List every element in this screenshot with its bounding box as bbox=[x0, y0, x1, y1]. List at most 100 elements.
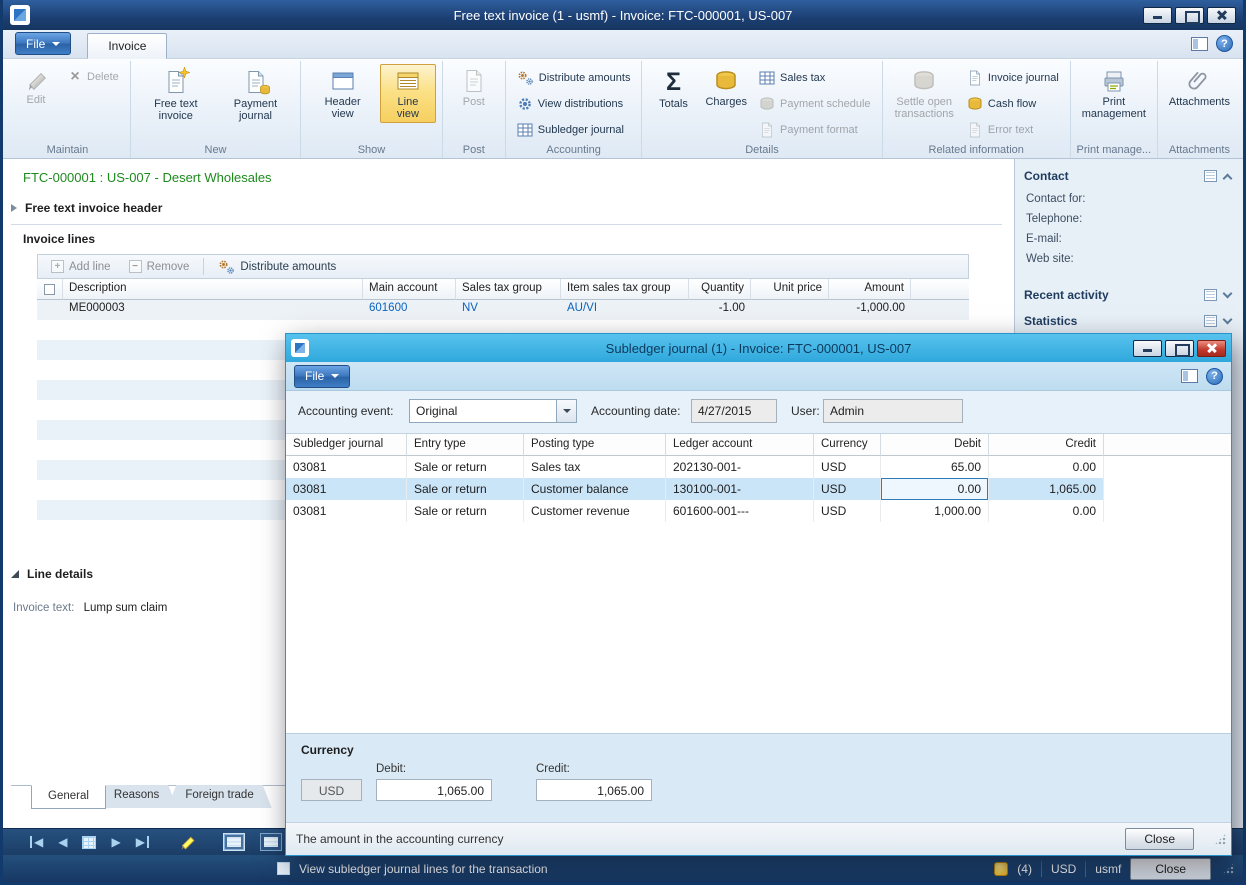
cell[interactable]: Sale or return bbox=[407, 478, 524, 500]
cell-item-sales-tax-group[interactable]: AU/VI bbox=[561, 300, 689, 320]
chevron-down-icon[interactable] bbox=[1223, 315, 1233, 325]
factbox-menu-icon[interactable] bbox=[1204, 170, 1217, 182]
cash-flow-button[interactable]: Cash flow bbox=[962, 93, 1041, 115]
column-header[interactable]: Currency bbox=[814, 434, 881, 456]
error-text-button[interactable]: Error text bbox=[962, 119, 1038, 141]
dialog-minimize-button[interactable] bbox=[1133, 340, 1162, 357]
resize-grip[interactable] bbox=[1222, 862, 1235, 875]
cell[interactable]: 0.00 bbox=[989, 500, 1104, 522]
tab-invoice[interactable]: Invoice bbox=[87, 33, 167, 59]
cell[interactable]: 130100-001- bbox=[666, 478, 814, 500]
notifications-count[interactable]: (4) bbox=[1017, 862, 1032, 876]
cell[interactable]: 03081 bbox=[286, 478, 407, 500]
chevron-up-icon[interactable] bbox=[1223, 173, 1233, 183]
dialog-maximize-button[interactable] bbox=[1165, 340, 1194, 357]
debit-total-field[interactable]: 1,065.00 bbox=[376, 779, 492, 801]
grid-view-toggle[interactable] bbox=[223, 833, 245, 851]
cell-description[interactable]: ME000003 bbox=[63, 300, 363, 320]
layout-icon[interactable] bbox=[1181, 369, 1198, 383]
cell[interactable]: 1,000.00 bbox=[881, 500, 989, 522]
subledger-journal-button[interactable]: Subledger journal bbox=[512, 119, 629, 141]
payment-journal-button[interactable]: Payment journal bbox=[217, 64, 294, 125]
sales-tax-button[interactable]: Sales tax bbox=[754, 67, 830, 89]
cell[interactable]: 0.00 bbox=[989, 456, 1104, 478]
factbox-statistics-header[interactable]: Statistics bbox=[1015, 308, 1243, 334]
subledger-row[interactable]: 03081 Sale or return Sales tax 202130-00… bbox=[286, 456, 1231, 478]
add-line-button[interactable]: Add line bbox=[43, 258, 119, 275]
status-company[interactable]: usmf bbox=[1095, 862, 1121, 876]
cell[interactable]: 65.00 bbox=[881, 456, 989, 478]
factbox-contact-header[interactable]: Contact bbox=[1015, 163, 1243, 189]
line-details-toggle[interactable]: Line details bbox=[11, 567, 93, 581]
column-header[interactable]: Quantity bbox=[689, 279, 751, 300]
accounting-date-field[interactable]: 4/27/2015 bbox=[691, 399, 777, 423]
dialog-file-menu-button[interactable]: File bbox=[294, 365, 350, 388]
charges-button[interactable]: Charges bbox=[700, 64, 752, 111]
notifications-icon[interactable] bbox=[994, 862, 1008, 876]
select-all-checkbox[interactable] bbox=[44, 284, 55, 295]
cell[interactable]: Customer balance bbox=[524, 478, 666, 500]
post-button[interactable]: Post bbox=[449, 64, 499, 111]
column-header[interactable]: Sales tax group bbox=[456, 279, 561, 300]
column-header[interactable]: Subledger journal bbox=[286, 434, 407, 456]
cell-amount[interactable]: -1,000.00 bbox=[829, 300, 911, 320]
next-record-button[interactable] bbox=[111, 836, 120, 848]
select-all-cell[interactable] bbox=[37, 279, 63, 300]
last-record-button[interactable] bbox=[136, 836, 149, 848]
totals-button[interactable]: Totals bbox=[648, 64, 698, 113]
cell[interactable]: USD bbox=[814, 500, 881, 522]
distribute-amounts-toolbar-button[interactable]: Distribute amounts bbox=[210, 257, 344, 277]
dialog-close-button[interactable] bbox=[1197, 340, 1226, 357]
cell[interactable]: 1,065.00 bbox=[989, 478, 1104, 500]
cell-main-account[interactable]: 601600 bbox=[363, 300, 456, 320]
payment-format-button[interactable]: Payment format bbox=[754, 119, 863, 141]
column-header[interactable]: Ledger account bbox=[666, 434, 814, 456]
column-header[interactable]: Entry type bbox=[407, 434, 524, 456]
column-header[interactable]: Posting type bbox=[524, 434, 666, 456]
details-view-toggle[interactable] bbox=[260, 833, 282, 851]
cell[interactable]: Customer revenue bbox=[524, 500, 666, 522]
tab-foreign-trade[interactable]: Foreign trade bbox=[167, 785, 271, 808]
invoice-text-value[interactable]: Lump sum claim bbox=[84, 602, 168, 614]
line-view-button[interactable]: Line view bbox=[380, 64, 436, 123]
main-close-button[interactable]: Close bbox=[1130, 858, 1211, 880]
settle-open-transactions-button[interactable]: Settle open transactions bbox=[889, 64, 960, 123]
cell[interactable]: Sales tax bbox=[524, 456, 666, 478]
free-text-invoice-button[interactable]: Free text invoice bbox=[137, 64, 215, 125]
cell[interactable]: 202130-001- bbox=[666, 456, 814, 478]
edit-button[interactable]: Edit bbox=[11, 64, 61, 109]
factbox-menu-icon[interactable] bbox=[1204, 315, 1217, 327]
tab-reasons[interactable]: Reasons bbox=[96, 785, 177, 808]
factbox-recent-activity-header[interactable]: Recent activity bbox=[1015, 282, 1243, 308]
remove-line-button[interactable]: Remove bbox=[121, 258, 198, 275]
cell[interactable]: USD bbox=[814, 478, 881, 500]
delete-button[interactable]: Delete bbox=[63, 67, 124, 87]
distribute-amounts-button[interactable]: Distribute amounts bbox=[512, 67, 636, 89]
cell-unit-price[interactable] bbox=[751, 300, 829, 320]
invoice-journal-button[interactable]: Invoice journal bbox=[962, 67, 1064, 89]
cell[interactable]: 601600-001--- bbox=[666, 500, 814, 522]
subledger-row[interactable]: 03081 Sale or return Customer revenue 60… bbox=[286, 500, 1231, 522]
cell[interactable]: Sale or return bbox=[407, 456, 524, 478]
dialog-resize-grip[interactable] bbox=[1214, 833, 1227, 846]
combobox-dropdown-button[interactable] bbox=[556, 400, 576, 422]
header-view-button[interactable]: Header view bbox=[307, 64, 378, 123]
file-menu-button[interactable]: File bbox=[15, 32, 71, 55]
previous-record-button[interactable] bbox=[58, 836, 67, 848]
user-field[interactable]: Admin bbox=[823, 399, 963, 423]
currency-field[interactable]: USD bbox=[301, 779, 362, 801]
column-header[interactable]: Debit bbox=[881, 434, 989, 456]
grid-view-icon[interactable] bbox=[82, 836, 96, 849]
edit-record-icon[interactable] bbox=[179, 834, 196, 851]
cell[interactable]: 03081 bbox=[286, 500, 407, 522]
cell[interactable]: 03081 bbox=[286, 456, 407, 478]
cell-sales-tax-group[interactable]: NV bbox=[456, 300, 561, 320]
column-header[interactable]: Item sales tax group bbox=[561, 279, 689, 300]
view-distributions-button[interactable]: View distributions bbox=[512, 93, 628, 115]
print-management-button[interactable]: Print management bbox=[1077, 64, 1151, 123]
column-header[interactable]: Amount bbox=[829, 279, 911, 300]
tab-general[interactable]: General bbox=[31, 785, 106, 809]
column-header[interactable]: Credit bbox=[989, 434, 1104, 456]
accounting-event-combobox[interactable]: Original bbox=[409, 399, 577, 423]
status-currency[interactable]: USD bbox=[1051, 862, 1076, 876]
